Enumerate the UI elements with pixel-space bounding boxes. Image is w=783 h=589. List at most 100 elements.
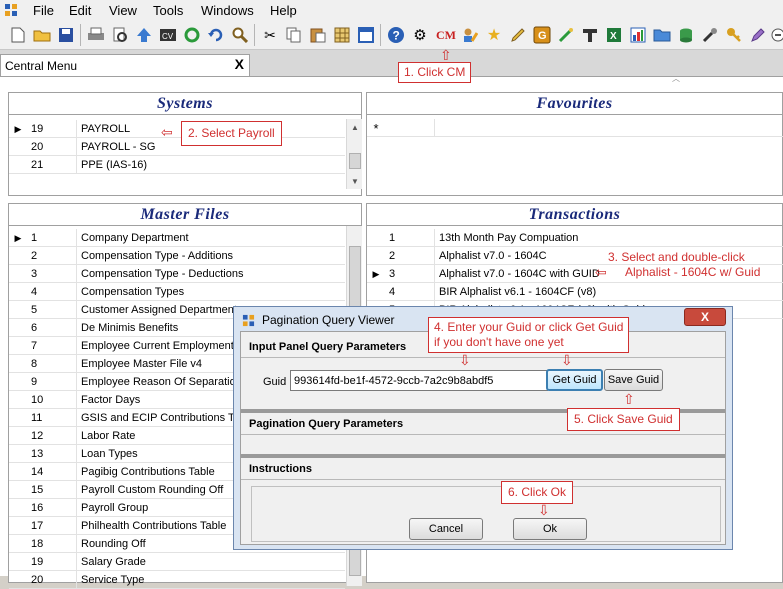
- pencil-icon[interactable]: [508, 25, 528, 45]
- refresh-icon[interactable]: [182, 25, 202, 45]
- open-folder-icon[interactable]: [32, 25, 52, 45]
- row-selector[interactable]: [9, 391, 27, 409]
- row-selector[interactable]: [9, 571, 27, 589]
- scroll-up-icon[interactable]: ▲: [347, 119, 363, 135]
- row-number: 14: [27, 463, 77, 481]
- systems-row[interactable]: 20 PAYROLL - SG: [9, 138, 345, 156]
- master-files-row[interactable]: 20 Service Type: [9, 571, 345, 589]
- row-selector[interactable]: [367, 229, 385, 247]
- chart-icon[interactable]: [628, 25, 648, 45]
- print-preview-icon[interactable]: [110, 25, 130, 45]
- transactions-row[interactable]: 4 BIR Alphalist v6.1 - 1604CF (v8): [367, 283, 783, 301]
- row-selector[interactable]: [9, 409, 27, 427]
- row-selector[interactable]: [9, 319, 27, 337]
- menu-edit[interactable]: Edit: [69, 3, 91, 18]
- paste-icon[interactable]: [308, 25, 328, 45]
- row-selector[interactable]: [9, 535, 27, 553]
- current-row-indicator-icon[interactable]: ▶: [367, 265, 385, 283]
- excel-icon[interactable]: X: [604, 25, 624, 45]
- row-selector[interactable]: [9, 445, 27, 463]
- tab-central-menu[interactable]: Central Menu X: [0, 54, 250, 76]
- row-selector[interactable]: [9, 301, 27, 319]
- row-number: 1: [385, 229, 435, 247]
- systems-scrollbar[interactable]: ▲ ▼: [346, 119, 362, 189]
- favourites-new-row[interactable]: *: [367, 119, 783, 137]
- row-selector[interactable]: [9, 156, 27, 174]
- print-icon[interactable]: [86, 25, 106, 45]
- cv-icon[interactable]: CV: [158, 25, 178, 45]
- text-icon[interactable]: [580, 25, 600, 45]
- current-row-indicator-icon[interactable]: ▶: [9, 120, 27, 138]
- pen-icon[interactable]: [748, 25, 768, 45]
- star-icon[interactable]: ★: [484, 25, 504, 45]
- window-icon[interactable]: [356, 25, 376, 45]
- grid-icon[interactable]: [332, 25, 352, 45]
- master-files-row[interactable]: 3 Compensation Type - Deductions: [9, 265, 345, 283]
- dialog-close-button[interactable]: X: [684, 308, 726, 326]
- settings-icon[interactable]: ⚙: [410, 25, 430, 45]
- row-selector[interactable]: [9, 553, 27, 571]
- find-icon[interactable]: [230, 25, 250, 45]
- wand-icon[interactable]: [556, 25, 576, 45]
- row-selector[interactable]: [9, 247, 27, 265]
- save-icon[interactable]: [56, 25, 76, 45]
- scroll-thumb[interactable]: [349, 153, 361, 169]
- tab-close-icon[interactable]: X: [235, 56, 244, 72]
- key-icon[interactable]: [724, 25, 744, 45]
- undo-icon[interactable]: [206, 25, 226, 45]
- transactions-row[interactable]: 1 13th Month Pay Compuation: [367, 229, 783, 247]
- folder-icon[interactable]: [652, 25, 672, 45]
- save-guid-button[interactable]: Save Guid: [604, 369, 663, 391]
- guid-input[interactable]: [290, 370, 548, 391]
- systems-row[interactable]: 21 PPE (IAS-16): [9, 156, 345, 174]
- get-guid-button[interactable]: Get Guid: [546, 369, 603, 391]
- row-selector[interactable]: [367, 247, 385, 265]
- cancel-button[interactable]: Cancel: [409, 518, 483, 540]
- row-number: 2: [27, 247, 77, 265]
- row-selector[interactable]: [9, 427, 27, 445]
- user-edit-icon[interactable]: [460, 25, 480, 45]
- upload-icon[interactable]: [134, 25, 154, 45]
- master-files-row[interactable]: 2 Compensation Type - Additions: [9, 247, 345, 265]
- row-selector[interactable]: [9, 463, 27, 481]
- new-document-icon[interactable]: [8, 25, 28, 45]
- annotation-step4: 4. Enter your Guid or click Get Guid if …: [428, 317, 630, 353]
- instructions-section-header[interactable]: Instructions: [241, 458, 725, 480]
- collapse-icon[interactable]: ︿: [672, 75, 690, 83]
- menu-file[interactable]: File: [33, 3, 54, 18]
- row-selector[interactable]: [9, 373, 27, 391]
- g-icon[interactable]: G: [532, 25, 552, 45]
- row-selector[interactable]: [9, 265, 27, 283]
- row-number: 10: [27, 391, 77, 409]
- cut-icon[interactable]: ✂: [260, 25, 280, 45]
- scroll-down-icon[interactable]: ▼: [347, 173, 363, 189]
- help-icon[interactable]: ?: [386, 25, 406, 45]
- current-row-indicator-icon[interactable]: ▶: [9, 229, 27, 247]
- menu-view[interactable]: View: [109, 3, 137, 18]
- row-selector[interactable]: [367, 283, 385, 301]
- row-number: 21: [27, 156, 77, 174]
- database-icon[interactable]: [676, 25, 696, 45]
- row-selector[interactable]: [9, 283, 27, 301]
- row-selector[interactable]: [9, 499, 27, 517]
- row-number: 15: [27, 481, 77, 499]
- ok-button[interactable]: Ok: [513, 518, 587, 540]
- minus-icon[interactable]: [770, 25, 783, 45]
- row-number: 4: [27, 283, 77, 301]
- systems-title: Systems: [9, 93, 361, 115]
- systems-row[interactable]: ▶ 19 PAYROLL: [9, 120, 345, 138]
- row-selector[interactable]: [9, 355, 27, 373]
- menu-tools[interactable]: Tools: [153, 3, 183, 18]
- menu-windows[interactable]: Windows: [201, 3, 254, 18]
- row-selector[interactable]: [9, 138, 27, 156]
- cm-icon[interactable]: CM: [434, 25, 458, 45]
- tool-icon[interactable]: [700, 25, 720, 45]
- master-files-row[interactable]: 4 Compensation Types: [9, 283, 345, 301]
- master-files-row[interactable]: 19 Salary Grade: [9, 553, 345, 571]
- row-selector[interactable]: [9, 517, 27, 535]
- row-selector[interactable]: [9, 337, 27, 355]
- copy-icon[interactable]: [284, 25, 304, 45]
- master-files-row[interactable]: ▶ 1 Company Department: [9, 229, 345, 247]
- menu-help[interactable]: Help: [270, 3, 297, 18]
- row-selector[interactable]: [9, 481, 27, 499]
